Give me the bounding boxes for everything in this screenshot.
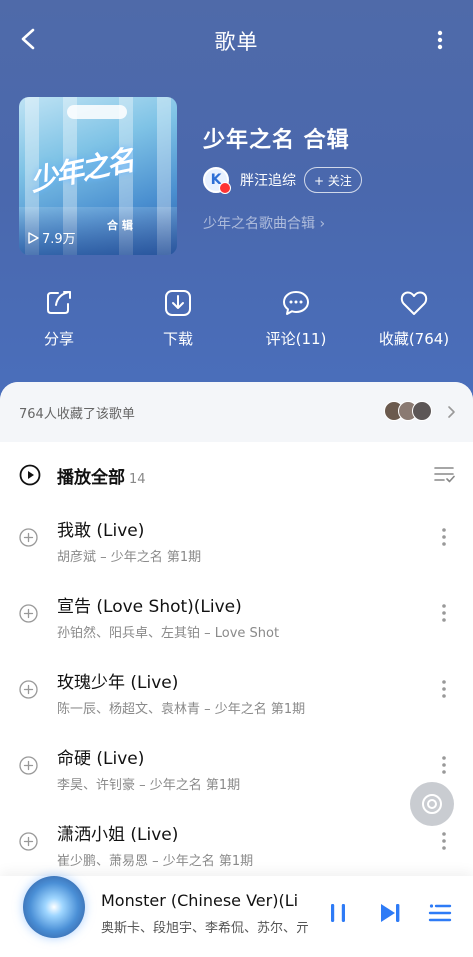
play-all-row[interactable]: 播放全部 14 [0,442,473,506]
song-artist: 李昊、许钊豪 – 少年之名 第1期 [57,778,241,793]
creator-avatar[interactable]: K [203,167,231,194]
comment-label: 评论(11) [265,330,327,348]
add-icon[interactable] [19,528,38,547]
heart-icon [400,291,428,315]
song-row[interactable]: 宣告 (Love Shot)(Live) 孙铂然、阳兵卓、左其铂 – Love … [0,582,473,658]
cover-brand-logo [67,105,127,119]
play-count: 7.9万 [27,228,76,247]
action-bar: 分享 下载 评论(11) 收藏(764) [0,288,473,358]
song-row[interactable]: 玫瑰少年 (Live) 陈一辰、杨超文、袁林青 – 少年之名 第1期 [0,658,473,734]
play-circle-icon [19,464,41,486]
playlist-title: 少年之名 合辑 [203,128,350,153]
avatar [412,401,432,421]
more-vertical-icon[interactable] [436,678,452,700]
follow-button[interactable]: + 关注 [304,167,362,193]
song-artist: 崔少鹏、萧易恩 – 少年之名 第1期 [57,854,254,869]
song-title: 潇洒小姐 (Live) [57,825,179,845]
now-playing-cover[interactable] [23,876,85,938]
more-vertical-icon[interactable] [436,830,452,852]
locate-current-song-button[interactable] [410,782,454,826]
pause-icon[interactable] [326,900,350,926]
multi-select-icon[interactable] [433,464,455,484]
song-title: 宣告 (Love Shot)(Live) [57,597,242,617]
add-icon[interactable] [19,680,38,699]
more-vertical-icon[interactable] [436,526,452,548]
cover-tag: 合 辑 [107,219,133,232]
more-vertical-icon[interactable] [436,602,452,624]
song-row[interactable]: 潇洒小姐 (Live) 崔少鹏、萧易恩 – 少年之名 第1期 [0,810,473,886]
download-label: 下载 [162,330,193,348]
collectors-bar[interactable]: 764人收藏了该歌单 [0,382,473,442]
favorite-label: 收藏(764) [378,330,450,348]
song-title: 我敢 (Live) [57,521,145,541]
track-count: 14 [129,472,146,487]
more-options-icon[interactable] [428,26,452,54]
vip-badge-icon [219,182,231,194]
top-bar: 歌单 [0,0,473,80]
song-title: 命硬 (Live) [57,749,145,769]
collectors-count: 764人收藏了该歌单 [19,407,135,422]
playlist-header: 歌单 少年之名 合 辑 7.9万 少年之名 合辑 K 胖汪追综 + 关注 少年之… [0,0,473,420]
play-all-label: 播放全部 [57,468,125,488]
add-icon[interactable] [19,604,38,623]
mini-player[interactable]: Monster (Chinese Ver)(Li 奥斯卡、段旭宇、李希侃、苏尔、… [0,876,473,957]
add-icon[interactable] [19,832,38,851]
download-icon [165,290,191,316]
song-artist: 孙铂然、阳兵卓、左其铂 – Love Shot [57,626,280,641]
creator-name[interactable]: 胖汪追综 [240,170,296,190]
playlist-queue-icon[interactable] [428,900,452,926]
share-button[interactable]: 分享 [14,288,104,349]
song-artist: 陈一辰、杨超文、袁林青 – 少年之名 第1期 [57,702,306,717]
favorite-button[interactable]: 收藏(764) [369,288,459,349]
share-icon [47,291,71,314]
now-playing-title: Monster (Chinese Ver)(Li [101,891,299,910]
play-all-button[interactable]: 播放全部 14 [57,463,146,488]
playlist-cover[interactable]: 少年之名 合 辑 7.9万 [19,97,177,255]
creator-row: K 胖汪追综 + 关注 [203,166,362,194]
song-row[interactable]: 我敢 (Live) 胡彦斌 – 少年之名 第1期 [0,506,473,582]
song-artist: 胡彦斌 – 少年之名 第1期 [57,550,202,565]
play-icon [28,231,39,244]
download-button[interactable]: 下载 [133,288,223,349]
play-count-value: 7.9万 [42,232,76,247]
comment-button[interactable]: 评论(11) [251,288,341,349]
now-playing-artist: 奥斯卡、段旭宇、李希侃、苏尔、亓 [101,921,310,936]
target-icon [422,794,442,814]
song-title: 玫瑰少年 (Live) [57,673,179,693]
page-title: 歌单 [214,30,259,54]
comment-icon [283,291,309,315]
add-icon[interactable] [19,756,38,775]
playlist-description[interactable]: 少年之名歌曲合辑 › [203,213,325,233]
next-track-icon[interactable] [377,900,403,926]
chevron-right-icon [448,406,455,418]
more-vertical-icon[interactable] [436,754,452,776]
song-row[interactable]: 命硬 (Live) 李昊、许钊豪 – 少年之名 第1期 [0,734,473,810]
share-label: 分享 [43,330,74,348]
